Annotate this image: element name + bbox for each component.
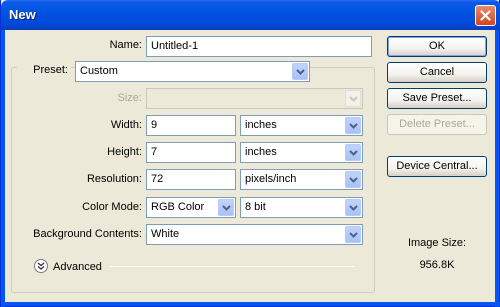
preset-label: Preset:: [17, 64, 71, 76]
size-label: Size:: [117, 92, 142, 104]
width-label: Width:: [110, 119, 142, 131]
chevron-down-icon: [348, 176, 358, 183]
window-frame-right: [495, 30, 499, 307]
background-contents-value: White: [151, 228, 180, 240]
color-mode-dropdown-button[interactable]: [218, 199, 234, 216]
resolution-value: 72: [151, 173, 164, 185]
window-title: New: [9, 7, 36, 22]
delete-preset-button: Delete Preset...: [387, 114, 487, 135]
resolution-input[interactable]: 72: [146, 169, 236, 190]
width-unit-select[interactable]: inches: [240, 115, 363, 136]
size-dropdown-button: [345, 90, 361, 107]
name-input[interactable]: Untitled-1: [146, 36, 372, 57]
color-mode-select[interactable]: RGB Color: [146, 197, 236, 218]
image-size-label: Image Size:: [407, 237, 467, 249]
chevron-down-icon: [221, 204, 231, 211]
background-contents-select[interactable]: White: [146, 224, 363, 245]
chevron-down-icon: [348, 95, 358, 102]
chevron-down-icon: [348, 204, 358, 211]
bit-depth-dropdown-button[interactable]: [345, 199, 361, 216]
ok-button[interactable]: OK: [387, 36, 487, 57]
height-value: 7: [151, 146, 158, 158]
close-button[interactable]: [475, 5, 496, 26]
advanced-label[interactable]: Advanced: [53, 261, 102, 273]
new-document-dialog: New Name: Untitled-1 Preset: Custom Size…: [0, 0, 500, 307]
image-size-value: 956.8K: [419, 259, 455, 271]
preset-dropdown-button[interactable]: [292, 63, 308, 80]
close-icon: [480, 10, 491, 21]
cancel-button[interactable]: Cancel: [387, 62, 487, 83]
chevron-down-icon: [348, 231, 358, 238]
background-contents-label: Background Contents:: [33, 228, 142, 240]
size-select: [146, 88, 363, 109]
window-frame-left: [1, 30, 5, 307]
name-label: Name:: [109, 39, 142, 51]
bit-depth-value: 8 bit: [245, 201, 266, 213]
background-contents-dropdown-button[interactable]: [345, 226, 361, 243]
resolution-unit-dropdown-button[interactable]: [345, 171, 361, 188]
double-chevron-down-icon: [37, 262, 45, 270]
resolution-label: Resolution:: [86, 173, 142, 185]
width-input[interactable]: 9: [146, 115, 236, 136]
title-bar[interactable]: New: [1, 0, 500, 30]
chevron-down-icon: [348, 149, 358, 156]
chevron-down-icon: [348, 122, 358, 129]
height-label: Height:: [107, 146, 142, 158]
height-unit-dropdown-button[interactable]: [345, 144, 361, 161]
name-value: Untitled-1: [151, 40, 199, 52]
window-frame-bottom: [1, 302, 500, 306]
color-mode-value: RGB Color: [151, 201, 205, 213]
width-value: 9: [151, 119, 158, 131]
preset-select[interactable]: Custom: [75, 61, 310, 82]
preset-value: Custom: [80, 65, 118, 77]
chevron-down-icon: [295, 68, 305, 75]
bit-depth-select[interactable]: 8 bit: [240, 197, 363, 218]
color-mode-label: Color Mode:: [82, 201, 142, 213]
width-unit-dropdown-button[interactable]: [345, 117, 361, 134]
width-unit-value: inches: [245, 119, 277, 131]
save-preset-button[interactable]: Save Preset...: [387, 88, 487, 109]
device-central-button[interactable]: Device Central...: [387, 156, 487, 177]
height-unit-value: inches: [245, 146, 277, 158]
advanced-toggle-button[interactable]: [34, 259, 48, 273]
height-unit-select[interactable]: inches: [240, 142, 363, 163]
resolution-unit-select[interactable]: pixels/inch: [240, 169, 363, 190]
height-input[interactable]: 7: [146, 142, 236, 163]
resolution-unit-value: pixels/inch: [245, 173, 297, 185]
advanced-divider: [109, 266, 355, 267]
